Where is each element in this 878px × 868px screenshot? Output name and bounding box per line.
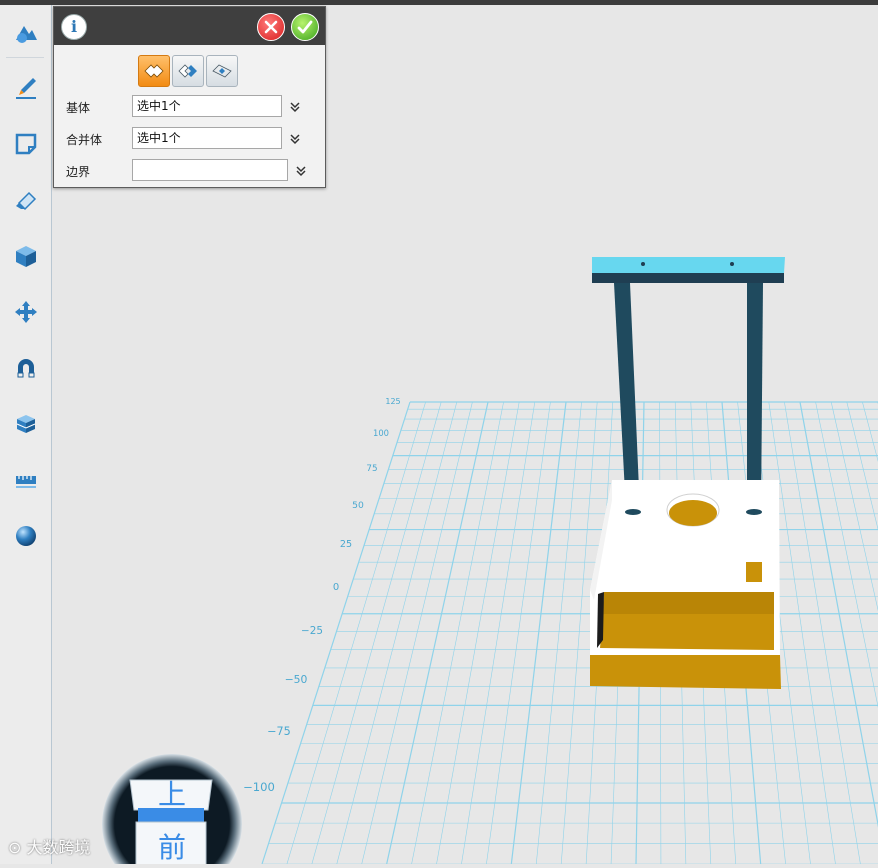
sketch-pen-icon[interactable]	[7, 69, 45, 107]
grid-plane	[261, 401, 878, 865]
cube-top-label: 上	[158, 778, 186, 811]
view-cube[interactable]: 上 前	[100, 752, 250, 864]
axis-label: −25	[301, 625, 323, 637]
subtract-mode-button[interactable]	[172, 55, 204, 87]
intersect-icon	[212, 64, 232, 78]
grid-line	[411, 401, 504, 865]
check-icon	[297, 20, 313, 34]
boundary-field[interactable]	[132, 159, 288, 181]
axis-labels: 1251007550250−25−50−75−100	[243, 397, 401, 794]
eraser-icon[interactable]	[7, 181, 45, 219]
watermark-logo-icon: ⊙	[8, 838, 22, 857]
measure-ruler-icon[interactable]	[7, 461, 45, 499]
magnet-icon[interactable]	[7, 349, 45, 387]
close-icon	[264, 20, 278, 34]
boolean-mode-group	[138, 55, 238, 87]
sketch-edit-icon[interactable]	[7, 125, 45, 163]
grid-line	[336, 401, 458, 865]
axis-label: 75	[366, 464, 377, 474]
grid-line	[386, 401, 489, 865]
info-icon[interactable]: i	[61, 14, 87, 40]
grid-line	[799, 401, 878, 828]
merge-label: 合并体	[66, 133, 103, 147]
grid-line	[436, 401, 520, 865]
axis-label: 50	[352, 500, 364, 511]
union-mode-button[interactable]	[138, 55, 170, 87]
chevron-down-icon[interactable]	[288, 100, 302, 114]
boolean-dialog: i 基体 选中1个 合并体 选中1个 边界	[53, 6, 326, 188]
move-arrows-icon[interactable]	[7, 293, 45, 331]
grid-line	[830, 401, 878, 612]
top-bar-face	[592, 257, 785, 273]
axis-label: −75	[267, 725, 291, 738]
top-hole-inner	[669, 500, 717, 526]
cavity-back-wall	[603, 592, 774, 614]
chevron-down-icon[interactable]	[294, 164, 308, 178]
grid-line	[486, 401, 551, 865]
grid-line	[784, 401, 861, 865]
top-bar-front	[592, 273, 784, 283]
union-icon	[144, 64, 164, 78]
body-front-face	[590, 655, 781, 689]
axis-label: 125	[385, 397, 400, 406]
boundary-label: 边界	[66, 165, 91, 179]
material-sphere-icon[interactable]	[7, 517, 45, 555]
grid-line	[361, 401, 473, 865]
left-toolbar	[0, 5, 52, 864]
axis-label: 0	[333, 582, 339, 593]
base-label: 基体	[66, 101, 91, 115]
chevron-down-icon[interactable]	[288, 132, 302, 146]
pillar-base-right	[746, 509, 762, 515]
grid-line	[535, 401, 582, 865]
dialog-header: i	[54, 7, 325, 45]
axis-label: −50	[285, 673, 308, 686]
pillar-base-left	[625, 509, 641, 515]
grid-line	[510, 401, 567, 865]
small-slot	[746, 562, 762, 582]
cavity-floor	[600, 614, 774, 650]
pillar-right	[747, 283, 763, 512]
subtract-icon	[178, 64, 197, 78]
confirm-button[interactable]	[291, 13, 319, 41]
axis-label: 25	[340, 539, 352, 550]
intersect-mode-button[interactable]	[206, 55, 238, 87]
pillar-left	[614, 283, 640, 512]
cavity-left-wall	[597, 592, 604, 648]
watermark-text: 大数跨境	[26, 838, 91, 857]
top-bar-hole	[641, 262, 645, 266]
watermark: ⊙ 大数跨境	[8, 834, 91, 858]
top-bar-hole	[730, 262, 734, 266]
model-assembly	[590, 257, 785, 689]
grid-line	[846, 401, 878, 531]
solid-cube-icon[interactable]	[7, 237, 45, 275]
grid-line	[862, 401, 878, 462]
basic-shapes-icon[interactable]	[7, 14, 45, 52]
cancel-button[interactable]	[257, 13, 285, 41]
axis-label: 100	[373, 428, 389, 438]
group-box-icon[interactable]	[7, 405, 45, 443]
base-field[interactable]: 选中1个	[132, 95, 282, 117]
cube-front-label: 前	[158, 831, 186, 864]
toolbar-divider	[6, 57, 44, 58]
merge-field[interactable]: 选中1个	[132, 127, 282, 149]
grid-line	[261, 401, 411, 865]
